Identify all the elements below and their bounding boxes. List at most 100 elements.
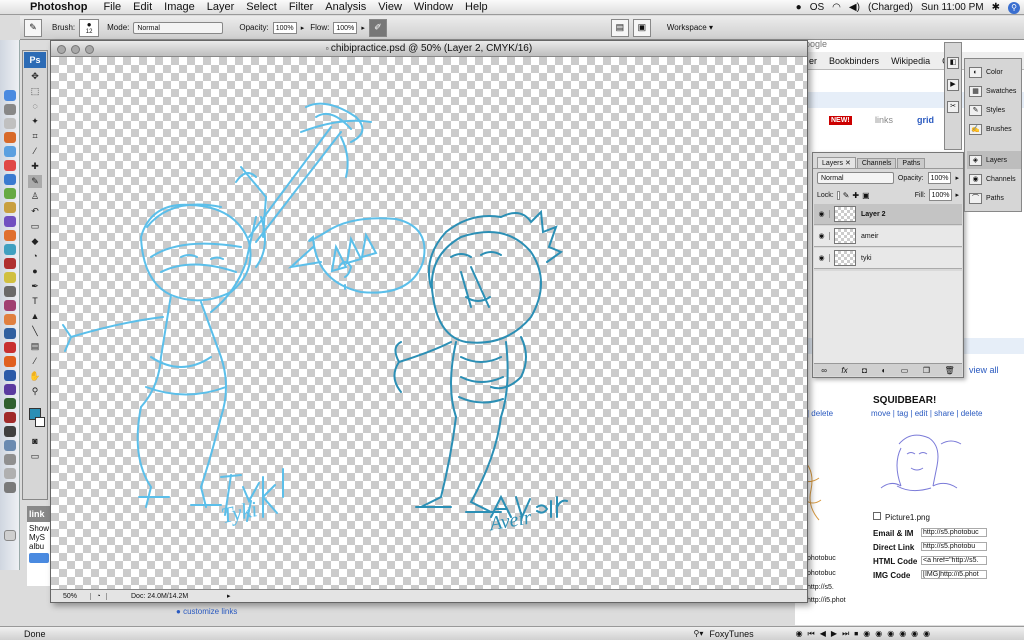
healing-brush-icon[interactable]: ✚ [28,160,42,173]
view-all-link[interactable]: view all [969,365,999,375]
dock-app-icon-20[interactable] [4,370,16,381]
lock-transparency-icon[interactable] [836,190,840,200]
tab-channels[interactable]: Channels [856,158,897,168]
left-web-header[interactable]: link [27,506,51,522]
user-status-icon[interactable]: ● [796,2,802,13]
bookmark-bookbinders[interactable]: Bookbinders [829,56,879,66]
visibility-eye-icon[interactable]: ◉ [814,210,830,218]
dock-app-icon-14[interactable] [4,286,16,297]
opacity-arrow-icon[interactable]: ▸ [301,24,305,32]
bookmark-0[interactable]: er [809,56,817,66]
palette-well-icon[interactable]: ▤ [610,18,629,37]
menu-filter[interactable]: Filter [283,1,319,13]
crop-tool-icon[interactable]: ⌗ [28,130,42,143]
fill-field[interactable]: 100% [928,189,953,201]
bookmark-wikipedia[interactable]: Wikipedia [891,56,930,66]
dock-app-icon-3[interactable] [4,132,16,143]
dock-app-icon-2[interactable] [4,118,16,129]
layer-row[interactable]: ◉ Layer 2 [814,204,962,225]
link-layers-icon[interactable]: ∞ [821,366,827,375]
path-select-icon[interactable]: ▲ [28,310,42,323]
bluetooth-icon[interactable]: ✱ [992,2,1000,13]
lasso-tool-icon[interactable]: ◌ [28,100,42,113]
mode-select[interactable]: Normal [133,21,224,34]
pen-tool-icon[interactable]: ✒ [28,280,42,293]
ps-logo[interactable]: Ps [24,52,46,68]
volume-icon[interactable]: ◀) [849,2,860,13]
dock-app-icon-22[interactable] [4,398,16,409]
new-layer-icon[interactable]: ❐ [923,366,930,375]
lock-all-icon[interactable]: ▣ [862,191,870,200]
dock-brushes[interactable]: ✍ Brushes [967,120,1021,138]
marquee-tool-icon[interactable]: ⬚ [28,85,42,98]
paint-bucket-icon[interactable]: ◆ [28,235,42,248]
close-button[interactable] [57,45,66,54]
layer-style-icon[interactable]: fx [841,366,847,375]
slice-tool-icon[interactable]: ⁄ [28,145,42,158]
menu-edit[interactable]: Edit [127,1,158,13]
dock-app-icon-9[interactable] [4,216,16,227]
dock-app-icon-11[interactable] [4,244,16,255]
menu-layer[interactable]: Layer [201,1,241,13]
battery-status[interactable]: (Charged) [868,2,913,13]
menu-file[interactable]: File [97,1,127,13]
layer-mask-icon[interactable]: ◘ [862,366,867,375]
airbrush-icon[interactable]: ✐ [368,18,387,37]
dock-swatches[interactable]: ▦ Swatches [967,82,1021,100]
document-titlebar[interactable]: ▫ chibipractice.psd @ 50% (Layer 2, CMYK… [51,41,807,57]
menu-view[interactable]: View [372,1,408,13]
dock-app-icon-27[interactable] [4,468,16,479]
code-field-html[interactable]: <a href="http://s5. [921,556,987,565]
layer-row[interactable]: ◉ ameir [814,226,962,247]
magic-wand-icon[interactable]: ✦ [28,115,42,128]
dock-app-icon-23[interactable] [4,412,16,423]
background-color-swatch[interactable] [35,417,45,427]
status-menu-arrow-icon[interactable]: ▸ [227,592,237,600]
screen-mode-tool-icon[interactable]: ▭ [28,450,42,463]
dock-app-icon-24[interactable] [4,426,16,437]
player-controls[interactable]: ◉⏮◀▶⏭⏹◉◉◉◉◉◉ [796,629,936,639]
quick-mask-icon[interactable]: ◙ [28,435,42,448]
adjustment-layer-icon[interactable]: ◐ [881,366,886,375]
visibility-eye-icon[interactable]: ◉ [814,232,830,240]
dock-app-icon-18[interactable] [4,342,16,353]
code-field-direct[interactable]: http://s5.photobu [921,542,987,551]
layer-opacity-arrow-icon[interactable]: ▸ [955,174,959,182]
menu-select[interactable]: Select [240,1,283,13]
zoom-button[interactable] [85,45,94,54]
spotlight-icon[interactable]: ⚲ [1008,1,1020,14]
tab-paths[interactable]: Paths [897,158,926,168]
dock-app-icon-8[interactable] [4,202,16,213]
lock-pixels-icon[interactable]: ✎ [843,191,850,200]
menu-image[interactable]: Image [158,1,201,13]
dock-app-icon-17[interactable] [4,328,16,339]
dock-app-icon-1[interactable] [4,104,16,115]
dock-app-icon-10[interactable] [4,230,16,241]
new-group-icon[interactable]: ▭ [901,366,909,375]
layer-row[interactable]: ◉ tyki [814,248,962,269]
dock-layers[interactable]: ◈ Layers [967,151,1021,169]
dock-app-icon-28[interactable] [4,482,16,493]
dock-app-icon-25[interactable] [4,440,16,451]
dock-app-icon-15[interactable] [4,300,16,311]
delete-link-1[interactable]: | delete [807,409,833,418]
photo-actions[interactable]: move | tag | edit | share | delete [871,409,982,418]
history-brush-icon[interactable]: ↶ [28,205,42,218]
lock-position-icon[interactable]: ✚ [852,191,859,200]
dock-color[interactable]: ◐ Color [967,63,1021,81]
zoom-tool-icon[interactable]: ⚲ [28,385,42,398]
screen-mode-icon[interactable]: ▣ [632,18,651,37]
delete-layer-icon[interactable]: 🗑 [945,366,955,375]
dock-app-icon-6[interactable] [4,174,16,185]
photo-thumbnail[interactable] [871,424,967,504]
code-field-email[interactable]: http://s5.photobuc [921,528,987,537]
eyedropper-icon[interactable]: ⁄ [28,355,42,368]
minimize-button[interactable] [71,45,80,54]
dodge-tool-icon[interactable]: ● [28,265,42,278]
foxytunes-icon[interactable]: ⚲▾ [694,629,704,638]
layer-opacity-field[interactable]: 100% [927,172,952,184]
menu-help[interactable]: Help [459,1,494,13]
line-tool-icon[interactable]: ╲ [28,325,42,338]
dock-app-icon-12[interactable] [4,258,16,269]
dock-channels[interactable]: ◉ Channels [967,170,1021,188]
